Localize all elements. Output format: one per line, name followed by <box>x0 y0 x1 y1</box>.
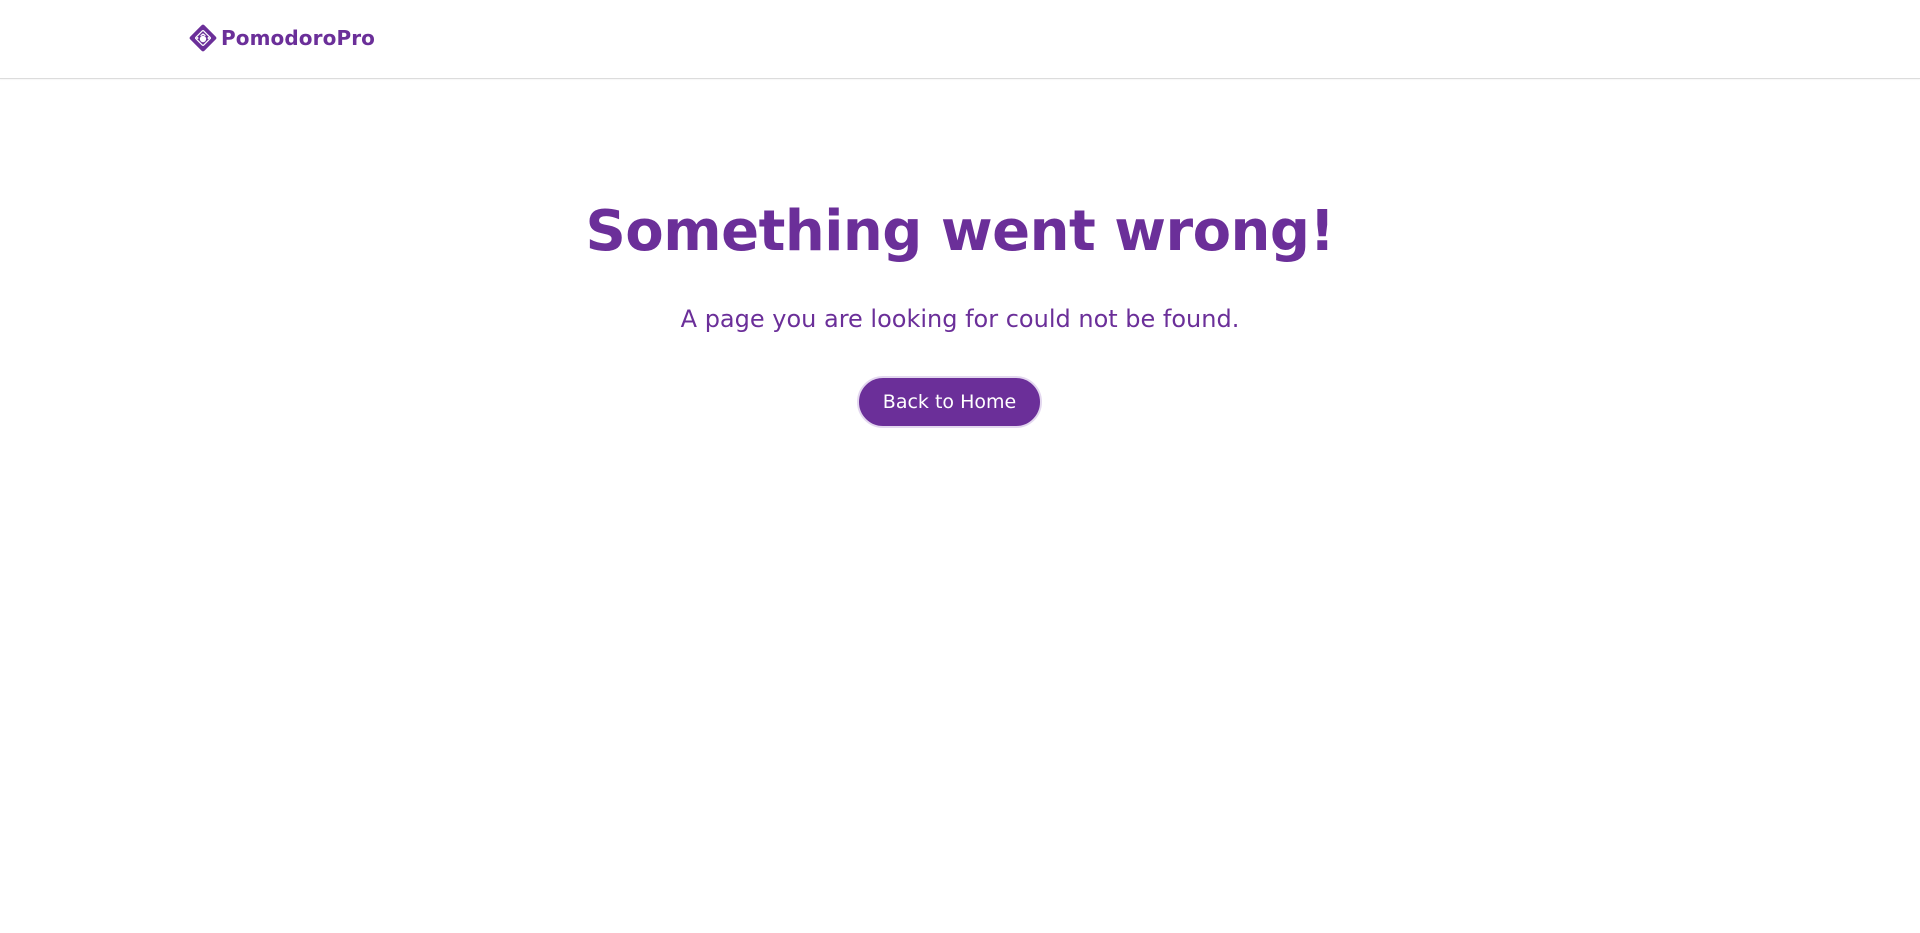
top-navbar: PomodoroPro <box>0 0 1920 79</box>
back-to-home-button[interactable]: Back to Home <box>857 376 1042 428</box>
brand-name: PomodoroPro <box>221 26 376 50</box>
pomodoro-logo-icon <box>189 24 217 52</box>
brand-home-link[interactable]: PomodoroPro <box>186 20 375 56</box>
error-page-content: Something went wrong! A page you are loo… <box>0 0 1920 933</box>
error-title: Something went wrong! <box>585 199 1335 264</box>
error-message: A page you are looking for could not be … <box>680 305 1240 333</box>
